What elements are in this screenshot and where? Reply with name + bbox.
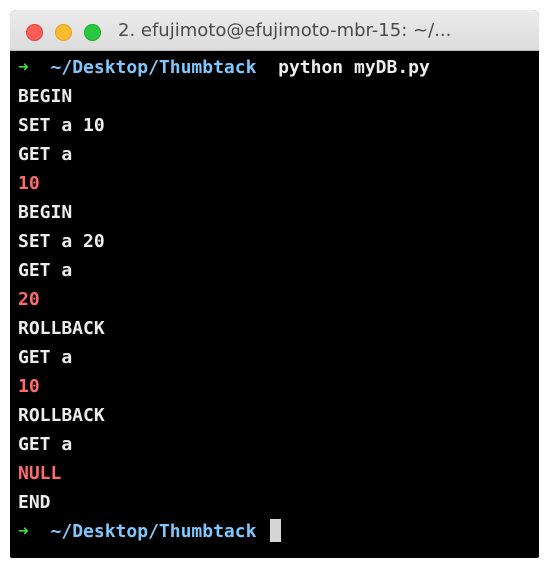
terminal-line: BEGIN	[18, 202, 73, 223]
prompt-path: ~/Desktop/Thumbtack	[50, 521, 257, 542]
terminal-output-line: 10	[18, 376, 40, 397]
terminal-output-line: 20	[18, 289, 40, 310]
terminal-line: GET a	[18, 347, 73, 368]
title-bar[interactable]: 2. efujimoto@efujimoto-mbr-15: ~/...	[10, 10, 539, 51]
minimize-button[interactable]	[55, 24, 72, 41]
terminal-line: BEGIN	[18, 86, 73, 107]
terminal-output[interactable]: ➜ ~/Desktop/Thumbtack python myDB.py BEG…	[18, 53, 533, 553]
terminal-line: ROLLBACK	[18, 318, 105, 339]
terminal-line: END	[18, 492, 51, 513]
prompt-line: ➜ ~/Desktop/Thumbtack python myDB.py	[18, 53, 533, 82]
terminal-line: GET a	[18, 260, 73, 281]
prompt-path: ~/Desktop/Thumbtack	[50, 57, 257, 78]
window-title: 2. efujimoto@efujimoto-mbr-15: ~/...	[118, 20, 452, 41]
maximize-button[interactable]	[84, 24, 101, 41]
command-text: python myDB.py	[278, 57, 430, 78]
prompt-arrow-icon: ➜	[18, 57, 29, 78]
prompt-line: ➜ ~/Desktop/Thumbtack	[18, 517, 533, 546]
terminal-line: SET a 20	[18, 231, 105, 252]
terminal-output-line: NULL	[18, 463, 62, 484]
prompt-arrow-icon: ➜	[18, 521, 29, 542]
terminal-line: ROLLBACK	[18, 405, 105, 426]
terminal-window: 2. efujimoto@efujimoto-mbr-15: ~/... ➜ ~…	[10, 10, 539, 558]
terminal-line: GET a	[18, 434, 73, 455]
terminal-line: SET a 10	[18, 115, 105, 136]
close-button[interactable]	[26, 24, 43, 41]
terminal-output-line: 10	[18, 173, 40, 194]
terminal-line: GET a	[18, 144, 73, 165]
text-cursor[interactable]	[270, 519, 282, 542]
